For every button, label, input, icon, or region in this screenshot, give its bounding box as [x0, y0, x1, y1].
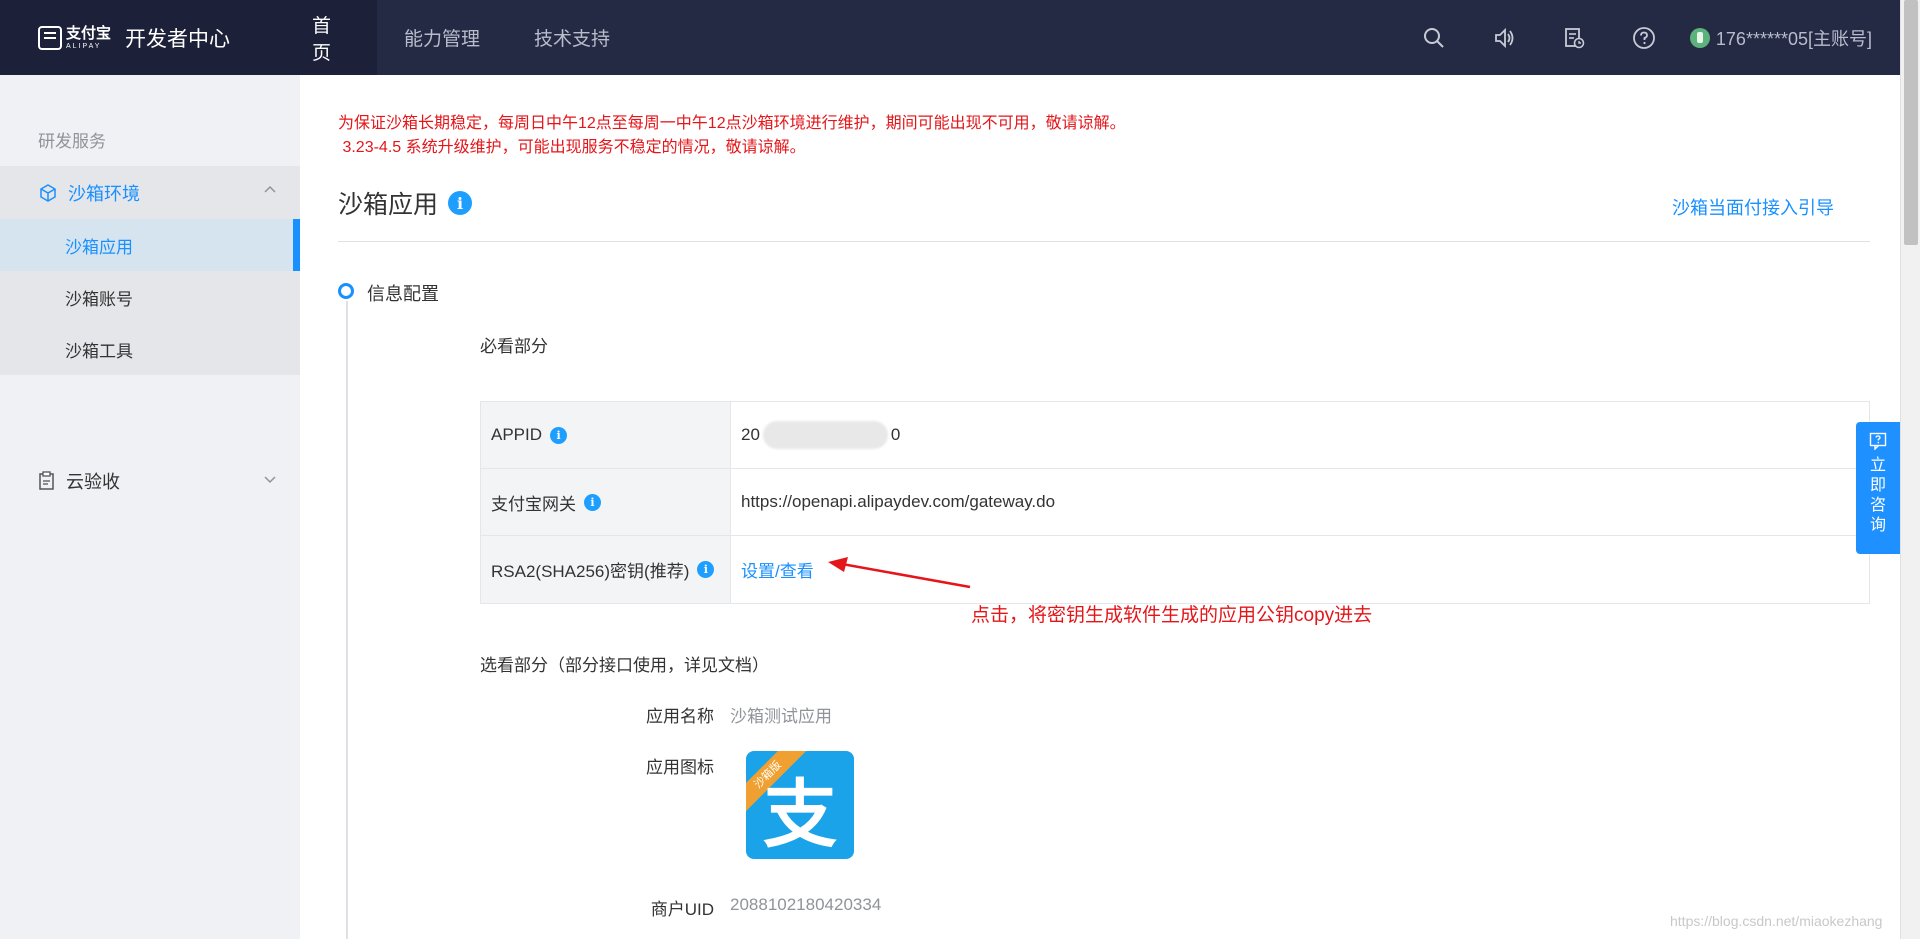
sidebar: 研发服务 沙箱环境 沙箱应用 沙箱账号 沙箱工具 云验收: [0, 75, 300, 939]
watermark: https://blog.csdn.net/miaokezhang: [1670, 913, 1883, 929]
chevron-up-icon: [264, 185, 276, 193]
app-icon-label: 应用图标: [646, 758, 714, 777]
brand-title: 开发者中心: [125, 27, 231, 51]
sidebar-group-sandbox[interactable]: 沙箱环境: [0, 166, 300, 219]
gateway-label-text: 支付宝网关: [491, 494, 576, 514]
merchant-uid-value: 2088102180420334: [730, 895, 882, 914]
search-icon[interactable]: [1418, 22, 1450, 54]
gateway-label: 支付宝网关 i: [481, 469, 731, 535]
sidebar-section-title: 研发服务: [38, 132, 106, 151]
alipay-logo-icon: [38, 25, 62, 50]
sidebar-item-sandbox-tools[interactable]: 沙箱工具: [0, 323, 300, 375]
main-nav: 首页 能力管理 技术支持: [285, 0, 637, 75]
optional-heading: 选看部分（部分接口使用，详见文档）: [480, 656, 769, 675]
consult-now-label: 立即咨询: [1870, 457, 1887, 534]
title-row: 沙箱应用 i 沙箱当面付接入引导: [338, 185, 1870, 242]
rsa2-key-label: RSA2(SHA256)密钥(推荐) i: [481, 536, 731, 603]
cube-icon: [40, 183, 56, 202]
app-icon-image: 沙箱版 支: [746, 751, 854, 859]
help-icon[interactable]: [1628, 22, 1660, 54]
required-heading: 必看部分: [480, 337, 548, 356]
required-info-table: APPID i 20 0 支付宝网关 i https://openapi.ali…: [480, 401, 1870, 604]
timeline-dot-icon: [338, 283, 354, 299]
appid-prefix: 20: [741, 425, 760, 444]
merchant-uid-label: 商户UID: [650, 900, 714, 919]
nav-tech-support[interactable]: 技术支持: [507, 0, 637, 75]
face-to-face-guide-link[interactable]: 沙箱当面付接入引导: [1672, 194, 1834, 220]
app-name-row: 应用名称 沙箱测试应用: [600, 702, 832, 727]
table-row: APPID i 20 0: [481, 402, 1869, 469]
appid-label: APPID i: [481, 402, 731, 468]
chat-question-icon: [1869, 432, 1887, 450]
rsa2-key-label-text: RSA2(SHA256)密钥(推荐): [491, 562, 690, 581]
info-icon[interactable]: i: [448, 191, 473, 215]
top-right-tools: 176******05[主账号]: [1418, 0, 1900, 75]
table-row: 支付宝网关 i https://openapi.alipaydev.com/ga…: [481, 469, 1869, 536]
info-icon[interactable]: i: [584, 493, 601, 511]
sidebar-item-sandbox-app[interactable]: 沙箱应用: [0, 219, 300, 271]
sidebar-group2-label: 云验收: [66, 472, 120, 492]
user-account[interactable]: 176******05[主账号]: [1689, 25, 1872, 51]
rsa2-set-view-link[interactable]: 设置/查看: [741, 557, 814, 582]
brand[interactable]: 支付宝 ALIPAY 开发者中心: [0, 0, 285, 75]
logo-text: 支付宝 ALIPAY: [66, 26, 111, 50]
page-title-text: 沙箱应用: [338, 191, 439, 219]
appid-value: 20 0: [731, 402, 1869, 468]
sidebar-item-sandbox-account[interactable]: 沙箱账号: [0, 271, 300, 323]
app-name-value: 沙箱测试应用: [730, 707, 832, 726]
logo-en: ALIPAY: [66, 42, 102, 50]
nav-capability-management[interactable]: 能力管理: [377, 0, 507, 75]
page-scrollbar[interactable]: [1900, 0, 1920, 939]
alipay-glyph-icon: 支: [763, 773, 837, 856]
speaker-icon[interactable]: [1488, 22, 1520, 54]
consult-now-button[interactable]: 立即咨询: [1856, 422, 1900, 554]
main-content: 为保证沙箱长期稳定，每周日中午12点至每周一中午12点沙箱环境进行维护，期间可能…: [300, 75, 1900, 939]
nav-home[interactable]: 首页: [285, 0, 377, 75]
scroll-thumb[interactable]: [1904, 0, 1918, 245]
user-label: 176******05[主账号]: [1715, 28, 1872, 49]
info-icon[interactable]: i: [697, 561, 715, 578]
app-icon-row: 应用图标: [600, 753, 730, 778]
redacted-patch: [762, 421, 888, 449]
gateway-value: https://openapi.alipaydev.com/gateway.do: [741, 492, 1056, 511]
logo-cn: 支付宝: [66, 24, 112, 42]
merchant-uid-row: 商户UID 2088102180420334: [600, 895, 882, 920]
top-navbar: 支付宝 ALIPAY 开发者中心 首页 能力管理 技术支持 176******0…: [0, 0, 1900, 75]
upgrade-notice: 3.23-4.5 系统升级维护，可能出现服务不稳定的情况，敬请谅解。: [338, 139, 806, 156]
document-clock-icon[interactable]: [1558, 22, 1590, 54]
clipboard-icon: [39, 471, 54, 490]
timeline-line: [346, 301, 348, 939]
annotation-arrow: [828, 557, 971, 589]
info-icon[interactable]: i: [550, 426, 568, 444]
sidebar-group-cloud-acceptance[interactable]: 云验收: [0, 455, 300, 507]
page-title: 沙箱应用 i: [338, 185, 473, 221]
user-avatar-icon: [1689, 27, 1710, 48]
maintenance-notice: 为保证沙箱长期稳定，每周日中午12点至每周一中午12点沙箱环境进行维护，期间可能…: [338, 115, 1126, 132]
chevron-down-icon: [264, 476, 276, 484]
sidebar-group-label: 沙箱环境: [68, 183, 140, 204]
app-name-label: 应用名称: [646, 707, 714, 726]
appid-label-text: APPID: [491, 425, 543, 444]
annotation-text: 点击，将密钥生成软件生成的应用公钥copy进去: [971, 605, 1373, 626]
step-info-config: 信息配置: [367, 284, 439, 304]
table-row: RSA2(SHA256)密钥(推荐) i 设置/查看: [481, 536, 1869, 603]
appid-suffix: 0: [890, 425, 901, 444]
